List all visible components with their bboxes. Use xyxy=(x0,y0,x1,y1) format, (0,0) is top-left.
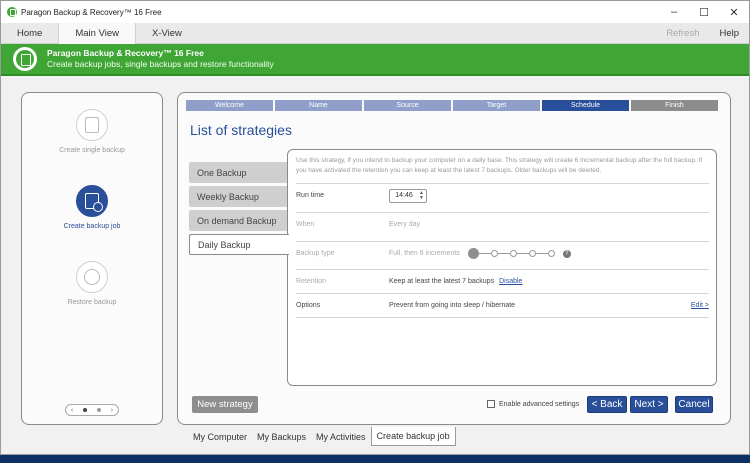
when-value: Every day xyxy=(389,221,421,228)
app-window: Paragon Backup & Recovery™ 16 Free – ☐ ✕… xyxy=(0,0,750,455)
strategy-description: Use this strategy, if you intend to back… xyxy=(296,157,703,174)
panel-pager: ‹ › xyxy=(65,404,119,416)
document-copy-icon xyxy=(76,109,108,141)
tab-home[interactable]: Home xyxy=(1,23,58,44)
full-backup-knob[interactable] xyxy=(467,248,479,259)
time-spinner-icon[interactable]: ▲ ▼ xyxy=(418,190,425,201)
help-icon[interactable]: ? xyxy=(562,249,571,258)
advanced-settings-option[interactable]: Enable advanced settings xyxy=(487,400,579,408)
advanced-settings-checkbox[interactable] xyxy=(487,400,495,408)
step-welcome: Welcome xyxy=(186,100,273,111)
paragon-logo-icon xyxy=(13,47,37,71)
tab-x-view[interactable]: X-View xyxy=(136,23,198,44)
advanced-settings-label: Enable advanced settings xyxy=(499,400,580,408)
minimize-button[interactable]: – xyxy=(659,1,689,23)
tab-main-view[interactable]: Main View xyxy=(58,23,136,44)
increment-knob[interactable] xyxy=(547,250,555,257)
title-bar: Paragon Backup & Recovery™ 16 Free – ☐ ✕ xyxy=(1,1,749,23)
pager-dot-2[interactable] xyxy=(96,408,101,412)
strategy-tabs: One Backup Weekly Backup On demand Backu… xyxy=(189,162,289,258)
backup-type-label: Backup type xyxy=(296,250,335,257)
help-button[interactable]: Help xyxy=(709,23,749,44)
when-row: When Every day xyxy=(296,212,709,236)
content-area: Create single backup Create backup job R… xyxy=(1,78,749,454)
maximize-button[interactable]: ☐ xyxy=(689,1,719,23)
back-button[interactable]: < Back xyxy=(587,396,627,413)
pager-next-button[interactable]: › xyxy=(111,407,113,414)
create-single-backup-label: Create single backup xyxy=(59,147,125,154)
next-button[interactable]: Next > xyxy=(630,396,668,413)
edit-options-link[interactable]: Edit > xyxy=(691,302,709,309)
page-title: List of strategies xyxy=(190,122,292,138)
create-single-backup-item[interactable]: Create single backup xyxy=(22,109,162,154)
step-target: Target xyxy=(453,100,540,111)
create-backup-job-label: Create backup job xyxy=(63,223,121,230)
run-time-row: Run time 14:46 ▲ ▼ xyxy=(296,183,709,207)
window-controls: – ☐ ✕ xyxy=(659,1,749,23)
step-schedule: Schedule xyxy=(542,100,629,111)
disable-retention-link[interactable]: Disable xyxy=(499,278,522,285)
cancel-button[interactable]: Cancel xyxy=(675,396,713,413)
tab-my-activities[interactable]: My Activities xyxy=(311,427,371,446)
backup-type-value: Full, then 6 increments xyxy=(389,250,460,257)
new-strategy-button[interactable]: New strategy xyxy=(192,396,258,413)
left-panel: Create single backup Create backup job R… xyxy=(21,92,163,425)
pager-prev-button[interactable]: ‹ xyxy=(71,407,73,414)
strategy-tab-one-backup[interactable]: One Backup xyxy=(189,162,287,183)
restore-backup-item[interactable]: Restore backup xyxy=(22,261,162,306)
options-value: Prevent from going into sleep / hibernat… xyxy=(389,302,516,309)
tab-my-computer[interactable]: My Computer xyxy=(188,427,252,446)
strategy-tab-on-demand-backup[interactable]: On demand Backup xyxy=(189,210,287,231)
tab-create-backup-job[interactable]: Create backup job xyxy=(370,427,456,446)
when-label: When xyxy=(296,221,315,228)
desktop-taskbar xyxy=(0,455,750,463)
increments-slider[interactable] xyxy=(467,248,555,259)
run-time-input[interactable]: 14:46 ▲ ▼ xyxy=(389,188,427,203)
pager-dot-1[interactable] xyxy=(83,408,88,412)
increment-knob[interactable] xyxy=(490,250,498,257)
run-time-value: 14:46 xyxy=(395,192,413,199)
retention-value: Keep at least the latest 7 backups xyxy=(389,278,495,285)
wizard-steps: Welcome Name Source Target Schedule Fini… xyxy=(186,100,720,111)
header-subtitle: Create backup jobs, single backups and r… xyxy=(47,59,274,69)
create-backup-job-item[interactable]: Create backup job xyxy=(22,185,162,230)
retention-row: Retention Keep at least the latest 7 bac… xyxy=(296,269,709,293)
ribbon-tabs: Home Main View X-View Refresh Help xyxy=(1,23,749,44)
step-finish: Finish xyxy=(631,100,718,111)
bottom-tabs: My Computer My Backups My Activities Cre… xyxy=(188,427,456,446)
increment-knob[interactable] xyxy=(509,250,517,257)
options-label: Options xyxy=(296,302,321,309)
header-title: Paragon Backup & Recovery™ 16 Free xyxy=(47,48,204,58)
window-title: Paragon Backup & Recovery™ 16 Free xyxy=(21,7,162,17)
strategy-details: Use this strategy, if you intend to back… xyxy=(287,149,717,386)
backup-type-row: Backup type Full, then 6 increments ? xyxy=(296,241,709,265)
restore-icon xyxy=(76,261,108,293)
step-name: Name xyxy=(275,100,362,111)
run-time-label: Run time xyxy=(296,192,325,199)
app-logo-icon xyxy=(7,7,17,17)
step-source: Source xyxy=(364,100,451,111)
increment-knob[interactable] xyxy=(528,250,536,257)
restore-backup-label: Restore backup xyxy=(67,299,117,306)
strategy-tab-daily-backup[interactable]: Daily Backup xyxy=(189,234,289,255)
strategy-tab-weekly-backup[interactable]: Weekly Backup xyxy=(189,186,287,207)
refresh-button[interactable]: Refresh xyxy=(656,23,709,44)
options-row: Options Prevent from going into sleep / … xyxy=(296,293,709,317)
wizard-panel: Welcome Name Source Target Schedule Fini… xyxy=(177,92,731,425)
retention-label: Retention xyxy=(296,278,326,285)
close-button[interactable]: ✕ xyxy=(719,1,749,23)
scheduled-backup-icon xyxy=(76,185,108,217)
tab-my-backups[interactable]: My Backups xyxy=(252,427,311,446)
app-header: Paragon Backup & Recovery™ 16 Free Creat… xyxy=(1,44,749,76)
options-divider xyxy=(296,317,709,318)
